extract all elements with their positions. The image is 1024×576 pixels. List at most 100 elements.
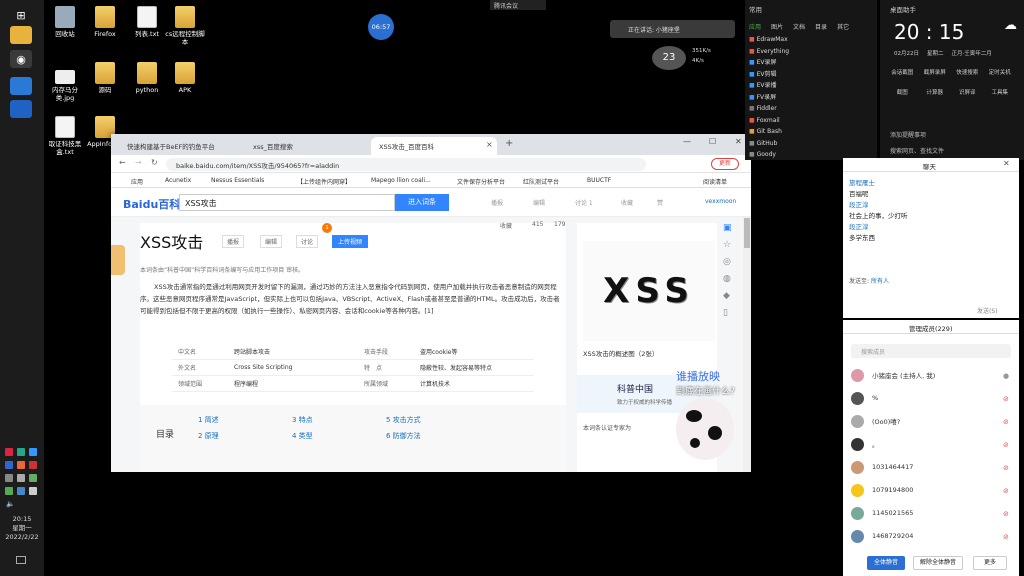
upload-video-button[interactable]: 上传视频 [332, 235, 369, 248]
mic-muted-icon[interactable]: ⊘ [1003, 418, 1011, 426]
maximize-icon[interactable]: ☐ [709, 137, 716, 146]
toc-item[interactable]: 3 特点 [292, 415, 313, 425]
title-action-edit[interactable]: 编辑 [260, 235, 283, 248]
xss-image[interactable]: XSS [583, 241, 715, 341]
recent-tab[interactable]: 图片 [771, 22, 783, 31]
send-to-select[interactable]: 所有人 [871, 278, 889, 285]
weibo-icon[interactable]: ◎ [723, 257, 743, 274]
forward-icon[interactable]: → [135, 158, 142, 167]
member-row[interactable]: 。 [851, 435, 879, 453]
reading-list[interactable]: 阅读清单 [703, 177, 727, 186]
toc-item[interactable]: 5 攻击方式 [386, 415, 421, 425]
member-search-input[interactable]: 搜索成员 [851, 344, 1011, 358]
recent-tab[interactable]: 文档 [793, 22, 805, 31]
bookmark-redteam[interactable]: 红队测试平台 [523, 177, 559, 186]
header-link-edit[interactable]: 编辑 [533, 198, 545, 207]
toc-item[interactable]: 2 原理 [198, 431, 219, 441]
reload-icon[interactable]: ↻ [151, 158, 158, 167]
chrome-icon[interactable]: ◉ [10, 50, 32, 68]
mic-icon[interactable]: ● [1003, 372, 1011, 380]
bookmark-nessus[interactable]: Nessus Essentials [211, 177, 264, 184]
meeting-icon[interactable] [10, 100, 32, 118]
timer-circle[interactable]: 06:57 [368, 14, 394, 40]
mic-muted-icon[interactable]: ⊘ [1003, 510, 1011, 518]
desktop-icon-jpg[interactable]: 内存马分类.jpg [44, 64, 86, 102]
desktop-icon-txt[interactable]: 取证科技黑盒.txt [44, 116, 86, 156]
collect-link[interactable]: 收藏 [500, 221, 512, 230]
recent-item[interactable]: ■ Goody [749, 149, 789, 161]
toc-item[interactable]: 1 简述 [198, 415, 219, 425]
minimize-icon[interactable]: — [683, 137, 691, 146]
like-count[interactable]: 415 [532, 221, 543, 228]
more-button[interactable]: 更多 [973, 556, 1007, 570]
member-row[interactable]: 1145021565 [851, 504, 913, 522]
recent-item[interactable]: ■ GitHub [749, 138, 789, 150]
mic-muted-icon[interactable]: ⊘ [1003, 441, 1011, 449]
recent-item[interactable]: ■ Everything [749, 46, 789, 58]
recent-item[interactable]: ■ Foxmail [749, 115, 789, 127]
bookmark-file[interactable]: 文件保存分析平台 [457, 177, 505, 186]
back-icon[interactable]: ← [119, 158, 126, 167]
baike-search-input[interactable]: XSS攻击 [179, 194, 395, 211]
header-link-like[interactable]: 赞 [657, 198, 663, 207]
tab-beef[interactable]: 快速构建基于BeEF的钓鱼平台 [119, 137, 243, 155]
mic-muted-icon[interactable]: ⊘ [1003, 395, 1011, 403]
tab-baidu-search[interactable]: xss_百度搜索 [245, 137, 369, 155]
desktop-icon-apk[interactable]: APK [164, 62, 206, 94]
recent-item[interactable]: ■ Fiddler [749, 103, 789, 115]
start-icon[interactable]: ⊞ [10, 6, 32, 24]
tray-icon[interactable] [5, 487, 13, 495]
new-tab-icon[interactable]: + [505, 138, 513, 149]
header-link-discuss[interactable]: 讨论 1 [575, 198, 593, 207]
taskbar-clock[interactable]: 20:15 星期一 2022/2/22 [0, 515, 44, 542]
tray-icon[interactable] [29, 487, 37, 495]
recent-tab[interactable]: 应用 [749, 22, 761, 31]
member-row[interactable]: % [851, 389, 878, 407]
close-window-icon[interactable]: ✕ [735, 137, 742, 146]
tray-icon[interactable] [5, 474, 13, 482]
bookmark-upload[interactable]: 【上传组件内网穿】 [297, 177, 351, 186]
update-button[interactable]: 更新 [711, 158, 739, 170]
mic-muted-icon[interactable]: ⊘ [1003, 533, 1011, 541]
scrollbar-thumb[interactable] [744, 218, 750, 248]
assistant-search[interactable]: 搜索网页、查找文件 [890, 146, 944, 155]
bookmark-buuctf[interactable]: BUUCTF [587, 177, 611, 184]
recent-item[interactable]: ■ Git Bash [749, 126, 789, 138]
assistant-action[interactable]: 识屏译 [951, 88, 984, 96]
tray-icon[interactable] [5, 448, 13, 456]
tray-icon[interactable] [29, 448, 37, 456]
wechat-icon[interactable]: ◍ [723, 274, 743, 291]
recent-item[interactable]: ■ EV录播 [749, 80, 789, 92]
member-row[interactable]: 1031464417 [851, 458, 913, 476]
toc-item[interactable]: 6 防御方法 [386, 431, 421, 441]
assistant-action[interactable]: 快速搜索 [951, 68, 984, 76]
chat-close-icon[interactable]: ✕ [1003, 159, 1010, 168]
assistant-action[interactable]: 工具集 [984, 88, 1017, 96]
star-icon[interactable]: ☆ [723, 240, 743, 257]
header-link-collect[interactable]: 收藏 [621, 198, 633, 207]
notification-icon[interactable] [16, 556, 26, 564]
tray-icon[interactable] [29, 474, 37, 482]
app-icon[interactable] [10, 77, 32, 95]
volume-icon[interactable]: 🔈 [6, 500, 15, 508]
assistant-action[interactable]: 截屏录屏 [919, 68, 952, 76]
close-tab-icon[interactable]: × [486, 140, 493, 149]
tray-icon[interactable] [17, 487, 25, 495]
recent-tab[interactable]: 目录 [815, 22, 827, 31]
tray-icon[interactable] [5, 461, 13, 469]
tab-baike[interactable]: XSS攻击_百度百科 [371, 137, 497, 155]
baike-search-button[interactable]: 进入词条 [395, 194, 449, 211]
bookmark-mapego[interactable]: Mapego llion coali... [371, 177, 431, 184]
assistant-action[interactable]: 会话截图 [886, 68, 919, 76]
url-input[interactable]: baike.baidu.com/item/XSS攻击/954065?fr=ala… [166, 158, 646, 171]
qq-icon[interactable]: ◆ [723, 291, 743, 308]
mobile-icon[interactable]: ▯ [723, 308, 743, 325]
tray-icon[interactable] [17, 448, 25, 456]
member-row[interactable]: 小猪座会 (主持人, 我) [851, 366, 935, 384]
add-reminder[interactable]: 添加提醒事项 [890, 130, 926, 139]
share-count[interactable]: 179 [554, 221, 565, 228]
recent-item[interactable]: ■ FV录屏 [749, 92, 789, 104]
scrollbar[interactable] [743, 217, 751, 472]
member-row[interactable]: (Oo0)嘻? [851, 412, 900, 430]
bookmark-acunetix[interactable]: Acunetix [165, 177, 191, 184]
